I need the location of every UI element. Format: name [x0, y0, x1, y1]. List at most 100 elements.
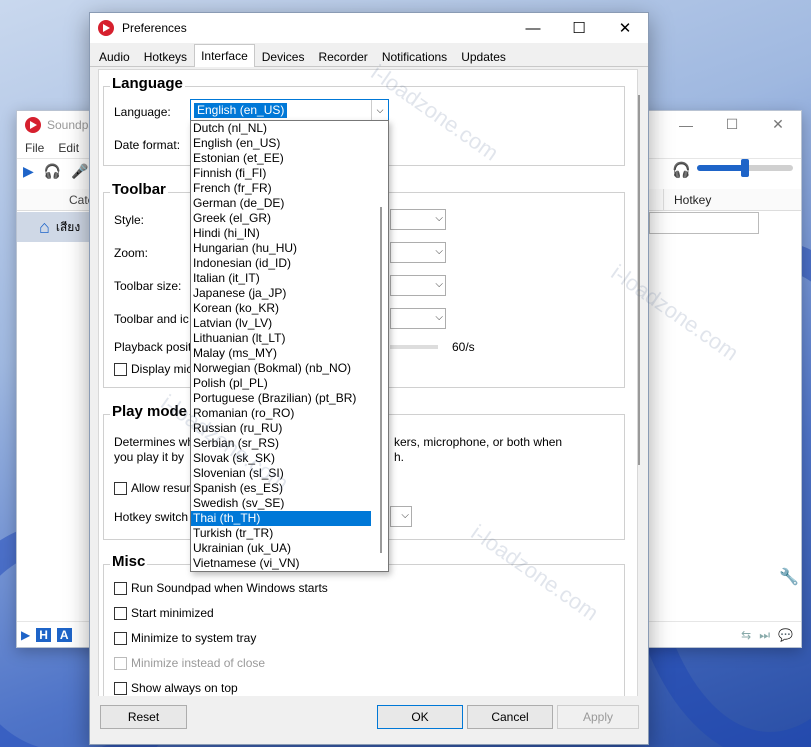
allow-resume-label: Allow resum: [131, 481, 197, 495]
language-option[interactable]: Serbian (sr_RS): [191, 436, 371, 451]
language-option[interactable]: Malay (ms_MY): [191, 346, 371, 361]
language-option[interactable]: Polish (pl_PL): [191, 376, 371, 391]
menu-file[interactable]: File: [25, 141, 44, 155]
language-option[interactable]: Spanish (es_ES): [191, 481, 371, 496]
language-option[interactable]: Estonian (et_EE): [191, 151, 371, 166]
chat-icon[interactable]: 💬: [778, 628, 793, 643]
language-option[interactable]: Italian (it_IT): [191, 271, 371, 286]
chevron-down-icon: ⌵: [435, 246, 443, 257]
language-option[interactable]: German (de_DE): [191, 196, 371, 211]
tab-bar: Audio Hotkeys Interface Devices Recorder…: [90, 43, 648, 67]
volume-slider[interactable]: [697, 159, 793, 177]
zoom-label: Zoom:: [114, 246, 149, 260]
display-mic-checkbox[interactable]: Display mic: [114, 362, 192, 376]
minimize-to-tray-checkbox[interactable]: Minimize to system tray: [114, 631, 256, 645]
toolbar-size-select[interactable]: ⌵: [390, 275, 446, 296]
column-hotkey[interactable]: Hotkey: [663, 189, 759, 211]
language-option[interactable]: Greek (el_GR): [191, 211, 371, 226]
language-option[interactable]: Turkish (tr_TR): [191, 526, 371, 541]
language-option[interactable]: Korean (ko_KR): [191, 301, 371, 316]
toolbar-group-title: Toolbar: [110, 181, 168, 198]
cancel-button[interactable]: Cancel: [467, 705, 553, 729]
toolbar-size-label: Toolbar size:: [114, 279, 182, 293]
tab-interface[interactable]: Interface: [194, 44, 255, 67]
hotkey-cell[interactable]: [649, 212, 759, 234]
language-option[interactable]: Indonesian (id_ID): [191, 256, 371, 271]
language-option[interactable]: Slovak (sk_SK): [191, 451, 371, 466]
language-option[interactable]: Thai (th_TH): [191, 511, 371, 526]
play-mode-desc-2b: h.: [394, 450, 405, 464]
repeat-icon[interactable]: ⇆: [741, 628, 751, 643]
dropdown-scrollbar[interactable]: [380, 207, 382, 553]
chevron-down-icon: ⌵: [435, 213, 443, 224]
language-option[interactable]: Swedish (sv_SE): [191, 496, 371, 511]
maximize-button[interactable]: ☐: [556, 13, 602, 43]
language-option[interactable]: Ukrainian (uk_UA): [191, 541, 371, 556]
language-option[interactable]: Japanese (ja_JP): [191, 286, 371, 301]
run-on-startup-checkbox[interactable]: Run Soundpad when Windows starts: [114, 581, 328, 595]
language-option[interactable]: Latvian (lv_LV): [191, 316, 371, 331]
zoom-select[interactable]: ⌵: [390, 242, 446, 263]
language-select[interactable]: English (en_US) ⌵: [190, 99, 389, 121]
language-option[interactable]: Finnish (fi_FI): [191, 166, 371, 181]
language-select-value: English (en_US): [194, 103, 288, 118]
headphones-volume-icon[interactable]: 🎧: [672, 161, 691, 179]
content-scrollbar[interactable]: [638, 83, 644, 693]
toolbar-icons-select[interactable]: ⌵: [390, 308, 446, 329]
style-select[interactable]: ⌵: [390, 209, 446, 230]
language-option[interactable]: Hindi (hi_IN): [191, 226, 371, 241]
tab-updates[interactable]: Updates: [454, 46, 513, 66]
show-always-on-top-label: Show always on top: [131, 681, 238, 695]
show-always-on-top-checkbox[interactable]: Show always on top: [114, 681, 238, 695]
allow-resume-checkbox[interactable]: Allow resum: [114, 481, 196, 495]
language-option[interactable]: English (en_US): [191, 136, 371, 151]
tab-hotkeys[interactable]: Hotkeys: [137, 46, 194, 66]
headphones-icon[interactable]: 🎧: [44, 163, 61, 180]
ok-button[interactable]: OK: [377, 705, 463, 729]
language-option[interactable]: Vietnamese (vi_VN): [191, 556, 371, 571]
minimize-button[interactable]: —: [663, 111, 709, 138]
menu-edit[interactable]: Edit: [58, 141, 79, 155]
language-option[interactable]: Portuguese (Brazilian) (pt_BR): [191, 391, 371, 406]
play-mode-group-title: Play mode: [110, 403, 190, 420]
language-option[interactable]: Romanian (ro_RO): [191, 406, 371, 421]
checkbox-box: [114, 581, 127, 595]
apply-button: Apply: [557, 705, 639, 729]
minimize-button[interactable]: —: [510, 13, 556, 43]
hotkey-h-icon[interactable]: H: [36, 627, 51, 642]
language-option[interactable]: Lithuanian (lt_LT): [191, 331, 371, 346]
soundpad-logo-icon: [25, 116, 41, 133]
language-option[interactable]: Russian (ru_RU): [191, 421, 371, 436]
skip-icon[interactable]: ⏭: [759, 628, 770, 643]
tab-devices[interactable]: Devices: [255, 46, 312, 66]
hotkey-switch-select[interactable]: ⌵: [390, 506, 412, 527]
minimize-instead-close-label: Minimize instead of close: [131, 656, 266, 670]
language-option[interactable]: Slovenian (sl_SI): [191, 466, 371, 481]
hotkey-a-icon[interactable]: A: [56, 627, 72, 642]
checkbox-box: [114, 631, 127, 645]
reset-button[interactable]: Reset: [100, 705, 187, 729]
hotkey-switch-label: Hotkey switch: [114, 510, 189, 524]
toolbar-icons-label: Toolbar and ic: [114, 312, 189, 326]
language-option[interactable]: French (fr_FR): [191, 181, 371, 196]
preferences-title: Preferences: [122, 21, 187, 35]
checkbox-box: [114, 681, 127, 695]
close-button[interactable]: ✕: [602, 13, 648, 43]
close-button[interactable]: ✕: [755, 111, 801, 138]
playback-position-label: Playback posit: [114, 340, 192, 354]
wrench-icon[interactable]: 🔧: [779, 567, 799, 587]
language-option[interactable]: Hungarian (hu_HU): [191, 241, 371, 256]
tab-notifications[interactable]: Notifications: [375, 46, 454, 66]
tab-recorder[interactable]: Recorder: [311, 46, 374, 66]
playback-rate-value: 60/s: [452, 340, 475, 354]
maximize-button[interactable]: ☐: [709, 111, 755, 138]
start-minimized-checkbox[interactable]: Start minimized: [114, 606, 214, 620]
play-icon[interactable]: ▶: [21, 628, 30, 642]
play-icon[interactable]: ▶: [23, 163, 34, 180]
tab-audio[interactable]: Audio: [92, 46, 137, 66]
chevron-down-icon[interactable]: ⌵: [371, 100, 388, 120]
language-option[interactable]: Dutch (nl_NL): [191, 121, 371, 136]
microphone-icon[interactable]: 🎤: [71, 163, 88, 180]
playback-rate-slider[interactable]: [390, 345, 438, 349]
language-option[interactable]: Norwegian (Bokmal) (nb_NO): [191, 361, 371, 376]
